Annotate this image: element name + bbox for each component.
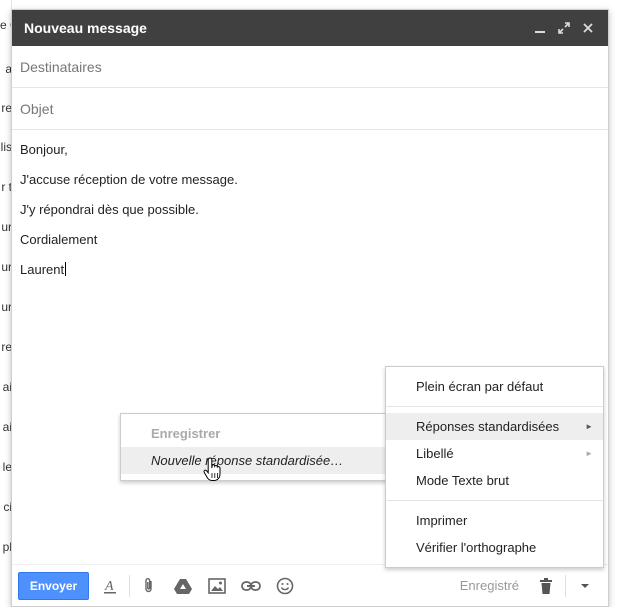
menu-item-label-submenu[interactable]: Libellé ► [386,440,603,467]
recipients-row [12,46,608,88]
drive-icon[interactable] [166,572,200,600]
recipients-input[interactable] [20,58,600,75]
text-caret [65,262,67,276]
menu-divider [386,406,603,407]
toolbar-divider [565,574,566,597]
menu-divider [386,500,603,501]
body-line: J'y répondrai dès que possible. [20,202,199,217]
attach-icon[interactable] [132,572,166,600]
more-options-menu: Plein écran par défaut Réponses standard… [385,366,604,568]
saved-status: Enregistré [459,578,519,593]
insert-photo-icon[interactable] [200,572,234,600]
subject-input[interactable] [20,100,600,117]
submenu-item-save: Enregistrer [151,426,221,441]
trash-icon[interactable] [529,572,563,600]
compose-titlebar[interactable]: Nouveau message [12,10,608,46]
menu-item-plain-text-mode[interactable]: Mode Texte brut [386,467,603,494]
canned-responses-submenu: Enregistrer Nouvelle réponse standardisé… [120,413,388,481]
body-line-last: Laurent [20,259,600,289]
send-button[interactable]: Envoyer [18,571,89,600]
minimize-icon[interactable] [528,16,552,40]
subject-row [12,88,608,130]
menu-item-label: Libellé [416,446,454,461]
body-line-text: Laurent [20,262,65,277]
body-line: Bonjour, [20,142,68,157]
body-line: Cordialement [20,232,98,247]
compose-toolbar: Envoyer A Enregistré [12,564,608,606]
menu-item-canned-responses[interactable]: Réponses standardisées ► [386,413,603,440]
emoji-icon[interactable] [268,572,302,600]
submenu-arrow-icon: ► [585,449,593,458]
toolbar-divider [129,574,130,597]
menu-item-label: Réponses standardisées [416,419,560,434]
more-options-icon[interactable] [568,572,602,600]
submenu-arrow-icon: ► [585,422,593,431]
body-line: J'accuse réception de votre message. [20,172,238,187]
submenu-item-new-canned-response[interactable]: Nouvelle réponse standardisée… [121,447,387,474]
format-text-icon[interactable]: A [93,572,127,600]
close-icon[interactable] [576,16,600,40]
menu-item-print[interactable]: Imprimer [386,507,603,534]
menu-item-default-fullscreen[interactable]: Plein écran par défaut [386,373,603,400]
expand-icon[interactable] [552,16,576,40]
menu-item-spell-check[interactable]: Vérifier l'orthographe [386,534,603,561]
link-icon[interactable] [234,572,268,600]
compose-title: Nouveau message [24,20,147,36]
svg-text:A: A [104,579,114,594]
